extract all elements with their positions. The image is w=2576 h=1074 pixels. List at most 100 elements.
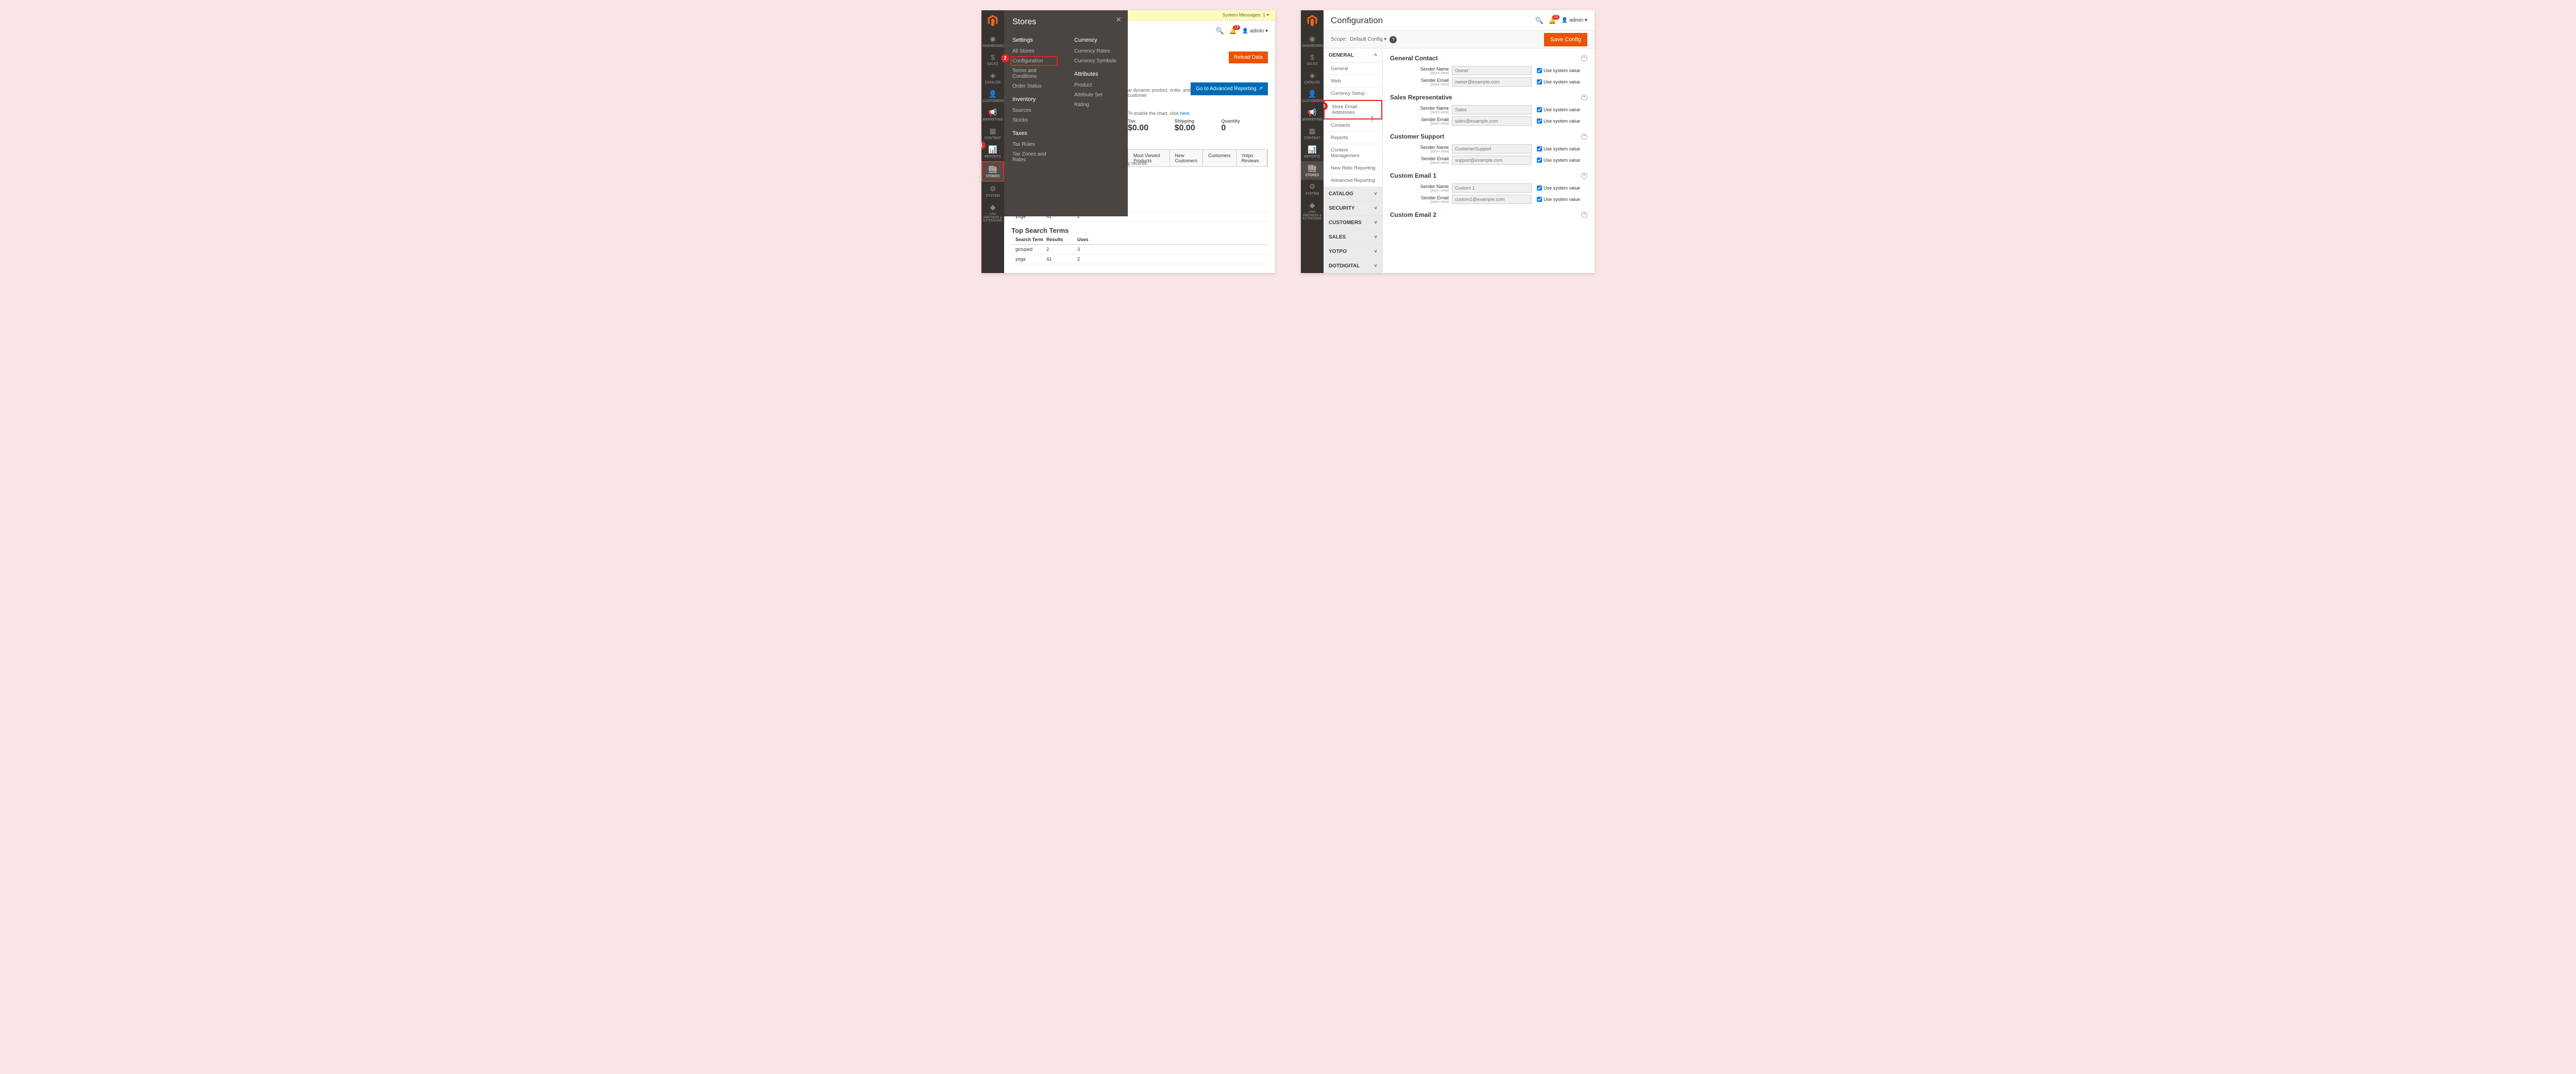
scope-hint: [store view]: [1390, 72, 1449, 75]
sidebar-item-reports[interactable]: 📊REPORTS: [1301, 143, 1324, 161]
nav-group-customers[interactable]: CUSTOMERS˅: [1324, 216, 1382, 230]
link-terms[interactable]: Terms and Conditions: [1012, 66, 1058, 81]
sidebar-item-customers[interactable]: 👤CUSTOMERS: [1301, 87, 1324, 106]
section-title[interactable]: Custom Email 1⌃: [1390, 172, 1587, 181]
use-system-checkbox[interactable]: Use system value: [1537, 185, 1580, 191]
sidebar-item-marketing[interactable]: 📢MARKETING: [981, 106, 1004, 124]
sidebar-item-content[interactable]: ▦CONTENT: [981, 124, 1004, 143]
sidebar-item-catalog[interactable]: ◈CATALOG: [1301, 69, 1324, 87]
link-order-status[interactable]: Order Status: [1012, 81, 1058, 91]
sidebar-item-customers[interactable]: 👤CUSTOMERS: [981, 87, 1004, 106]
collapse-icon[interactable]: ⌃: [1581, 212, 1587, 218]
sidebar-item-stores[interactable]: 🏬STORES: [1301, 161, 1324, 180]
nav-content-mgmt[interactable]: Content Management: [1324, 144, 1382, 162]
sidebar-item-partners[interactable]: ◆FIND PARTNERS & EXTENSIONS: [981, 200, 1004, 226]
tab-yotpo[interactable]: Yotpo Reviews: [1236, 150, 1267, 166]
nav-group-sales[interactable]: SALES˅: [1324, 230, 1382, 245]
sidebar-item-dashboard[interactable]: ◉DASHBOARD: [1301, 32, 1324, 50]
user-menu[interactable]: 👤 admin ▾: [1562, 18, 1587, 23]
notifications-icon[interactable]: 🔔13: [1549, 17, 1556, 24]
text-input[interactable]: [1452, 105, 1532, 114]
link-currency-rates[interactable]: Currency Rates: [1074, 46, 1120, 56]
sidebar-item-system[interactable]: ⚙SYSTEM: [1301, 180, 1324, 198]
collapse-icon[interactable]: ⌃: [1581, 133, 1587, 140]
help-icon[interactable]: ?: [1389, 36, 1397, 43]
use-system-checkbox[interactable]: Use system value: [1537, 146, 1580, 151]
reload-data-button[interactable]: Reload Data: [1229, 52, 1268, 63]
nav-group-general[interactable]: GENERAL˄: [1324, 48, 1382, 63]
section-title[interactable]: General Contact⌃: [1390, 55, 1587, 64]
nav-group-catalog[interactable]: CATALOG˅: [1324, 187, 1382, 201]
nav-general[interactable]: General: [1324, 63, 1382, 75]
magento-logo[interactable]: [985, 12, 1001, 29]
sidebar-item-stores[interactable]: 🏬STORES: [981, 161, 1004, 182]
customers-icon: 👤: [981, 90, 1004, 98]
text-input[interactable]: [1452, 66, 1532, 75]
nav-group-dotdigital[interactable]: DOTDIGITAL˅: [1324, 259, 1382, 273]
use-system-checkbox[interactable]: Use system value: [1537, 107, 1580, 112]
link-tax-zones[interactable]: Tax Zones and Rates: [1012, 149, 1058, 165]
chevron-down-icon: ˅: [1374, 234, 1377, 240]
sidebar-item-sales[interactable]: $SALES: [1301, 50, 1324, 69]
link-attr-set[interactable]: Attribute Set: [1074, 90, 1120, 100]
scope-hint: [store view]: [1390, 111, 1449, 114]
collapse-icon[interactable]: ⌃: [1581, 173, 1587, 179]
sidebar-item-system[interactable]: ⚙SYSTEM: [981, 182, 1004, 200]
nav-group-yotpo[interactable]: YOTPO˅: [1324, 245, 1382, 259]
search-icon[interactable]: 🔍: [1216, 27, 1224, 35]
text-input[interactable]: [1452, 195, 1532, 204]
sidebar-item-marketing[interactable]: 📢MARKETING: [1301, 106, 1324, 124]
link-currency-symbols[interactable]: Currency Symbols: [1074, 56, 1120, 66]
link-sources[interactable]: Sources: [1012, 106, 1058, 115]
section-title[interactable]: Customer Support⌃: [1390, 133, 1587, 142]
sidebar-item-sales[interactable]: $SALES: [981, 50, 1004, 69]
close-icon[interactable]: ✕: [1115, 15, 1122, 24]
notifications-icon[interactable]: 🔔13: [1229, 27, 1237, 35]
sidebar-item-dashboard[interactable]: ◉DASHBOARD: [981, 32, 1004, 50]
text-input[interactable]: [1452, 144, 1532, 154]
user-menu[interactable]: 👤 admin ▾: [1242, 28, 1268, 34]
cell: grouped: [1015, 247, 1046, 252]
sysmsg-count[interactable]: System Messages: 1 ▾: [1222, 12, 1269, 18]
sidebar-item-content[interactable]: ▦CONTENT: [1301, 124, 1324, 143]
save-config-button[interactable]: Save Config: [1544, 33, 1587, 46]
section-title[interactable]: Sales Representative⌃: [1390, 94, 1587, 103]
nav-reports[interactable]: Reports: [1324, 132, 1382, 144]
nav-new-relic[interactable]: New Relic Reporting: [1324, 162, 1382, 175]
advanced-reporting-button[interactable]: Go to Advanced Reporting↗: [1191, 82, 1268, 95]
link-configuration[interactable]: Configuration: [1010, 56, 1058, 66]
tab-new-customers[interactable]: New Customers: [1170, 150, 1204, 166]
use-system-checkbox[interactable]: Use system value: [1537, 118, 1580, 124]
nav-adv-reporting[interactable]: Advanced Reporting: [1324, 175, 1382, 187]
scope-select[interactable]: Default Config ▾: [1350, 37, 1386, 42]
arrow-up-icon: ↑: [1370, 113, 1375, 124]
sidebar-item-catalog[interactable]: ◈CATALOG: [981, 69, 1004, 87]
nav-group-security[interactable]: SECURITY˅: [1324, 201, 1382, 216]
use-system-checkbox[interactable]: Use system value: [1537, 79, 1580, 84]
use-system-checkbox[interactable]: Use system value: [1537, 197, 1580, 202]
section-title[interactable]: Custom Email 2⌃: [1390, 211, 1587, 220]
magento-logo[interactable]: [1304, 12, 1320, 29]
text-input[interactable]: [1452, 183, 1532, 193]
tab-customers[interactable]: Customers: [1203, 150, 1236, 166]
link-attr-product[interactable]: Product: [1074, 80, 1120, 90]
collapse-icon[interactable]: ⌃: [1581, 94, 1587, 100]
text-input[interactable]: [1452, 116, 1532, 126]
text-input[interactable]: [1452, 77, 1532, 87]
text-input[interactable]: [1452, 156, 1532, 165]
link-tax-rules[interactable]: Tax Rules: [1012, 140, 1058, 149]
sidebar-item-partners[interactable]: ◆FIND PARTNERS & EXTENSIONS: [1301, 198, 1324, 224]
field-label: Sender Name: [1420, 66, 1449, 72]
search-icon[interactable]: 🔍: [1535, 16, 1544, 25]
chart-enable-link[interactable]: here: [1180, 111, 1190, 116]
stats-row: Tax$0.00 Shipping$0.00 Quantity0: [1128, 118, 1268, 133]
nav-web[interactable]: Web: [1324, 75, 1382, 88]
use-system-checkbox[interactable]: Use system value: [1537, 68, 1580, 73]
field-label: Sender Email: [1421, 117, 1449, 122]
link-stocks[interactable]: Stocks: [1012, 115, 1058, 125]
use-system-checkbox[interactable]: Use system value: [1537, 158, 1580, 163]
nav-currency-setup[interactable]: Currency Setup: [1324, 88, 1382, 100]
link-attr-rating[interactable]: Rating: [1074, 100, 1120, 110]
collapse-icon[interactable]: ⌃: [1581, 55, 1587, 61]
link-all-stores[interactable]: All Stores: [1012, 46, 1058, 56]
